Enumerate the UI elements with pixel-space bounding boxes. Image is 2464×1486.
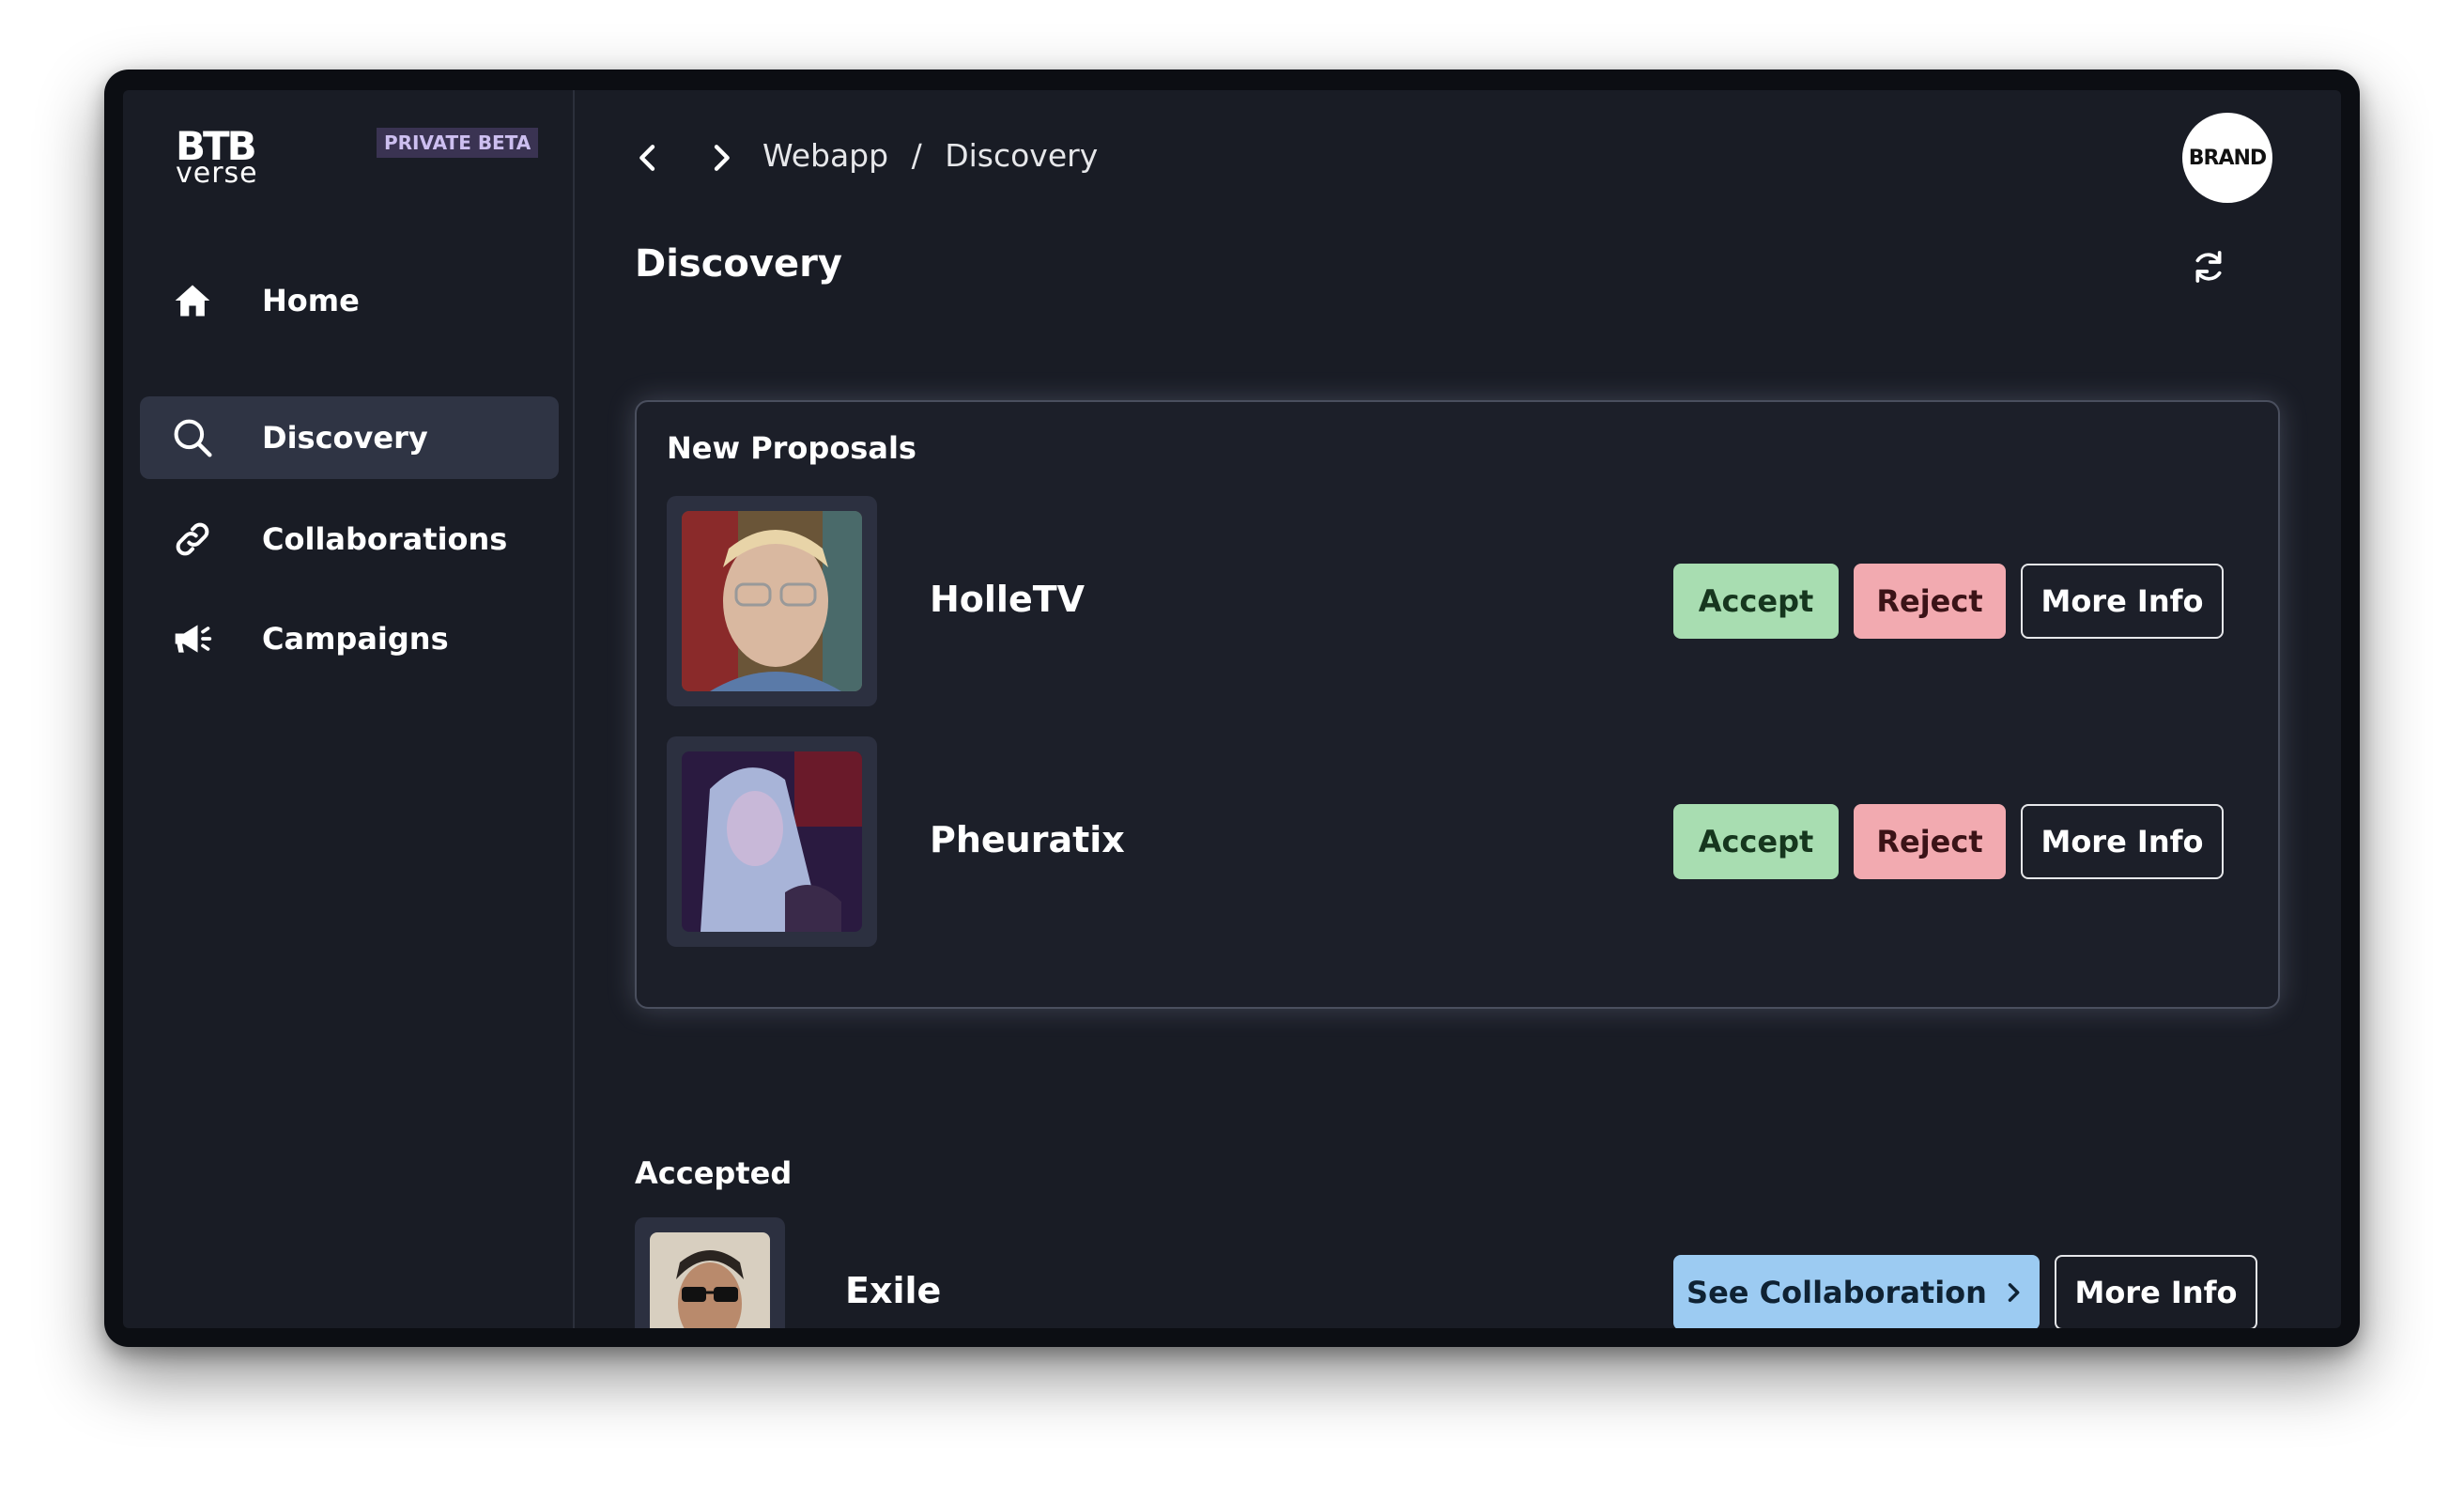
see-collaboration-button[interactable]: See Collaboration [1673,1255,2040,1328]
accept-button[interactable]: Accept [1673,564,1839,639]
sidebar-item-label: Campaigns [262,621,449,657]
list-item: Exile See Collaboration More Info [635,1217,2257,1328]
sidebar-item-label: Discovery [262,420,428,456]
private-beta-badge: PRIVATE BETA [377,128,539,158]
section-title: Accepted [635,1155,793,1191]
profile-photo [650,1232,770,1328]
more-info-button[interactable]: More Info [2021,804,2224,879]
page-title: Discovery [635,242,842,286]
avatar[interactable] [635,1217,785,1328]
logo-bottom: verse [176,157,258,190]
home-icon [175,285,210,317]
sidebar-item-home[interactable]: Home [140,259,559,342]
sidebar-item-label: Home [262,283,360,318]
main-content: Webapp / Discovery BRAND Discovery New P… [575,90,2341,1328]
profile-photo [682,751,862,932]
section-title: New Proposals [667,430,916,466]
search-icon [174,419,212,457]
sidebar-item-collaborations[interactable]: Collaborations [140,498,559,580]
sidebar: BTB verse PRIVATE BETA Home Discovery Co… [123,90,575,1328]
new-proposals-card: New Proposals HolleTV Accept Reject More… [635,400,2280,1009]
see-collaboration-label: See Collaboration [1686,1275,1987,1310]
sidebar-item-label: Collaborations [262,521,508,557]
creator-name: HolleTV [930,579,1086,620]
creator-name: Pheuratix [930,819,1125,860]
link-icon [176,522,209,556]
forward-icon[interactable] [702,139,740,177]
back-icon[interactable] [629,139,667,177]
list-item: Pheuratix Accept Reject More Info [667,736,2263,947]
avatar[interactable] [667,736,877,947]
reject-button[interactable]: Reject [1854,804,2006,879]
list-item: HolleTV Accept Reject More Info [667,496,2263,706]
reject-button[interactable]: Reject [1854,564,2006,639]
breadcrumb-discovery: Discovery [945,137,1099,174]
breadcrumb: Webapp / Discovery [762,137,1098,174]
avatar[interactable]: BRAND [2182,113,2272,203]
refresh-icon[interactable] [2190,248,2227,286]
breadcrumb-separator: / [911,137,922,174]
logo[interactable]: BTB verse [176,127,258,190]
sidebar-item-campaigns[interactable]: Campaigns [140,597,559,680]
breadcrumb-webapp[interactable]: Webapp [762,137,888,174]
profile-photo [682,511,862,691]
avatar[interactable] [667,496,877,706]
more-info-button[interactable]: More Info [2021,564,2224,639]
app-window: BTB verse PRIVATE BETA Home Discovery Co… [123,90,2341,1328]
accept-button[interactable]: Accept [1673,804,1839,879]
sidebar-item-discovery[interactable]: Discovery [140,396,559,479]
creator-name: Exile [845,1270,942,1311]
megaphone-icon [175,625,212,653]
chevron-right-icon [2008,1283,2020,1302]
more-info-button[interactable]: More Info [2055,1255,2257,1328]
